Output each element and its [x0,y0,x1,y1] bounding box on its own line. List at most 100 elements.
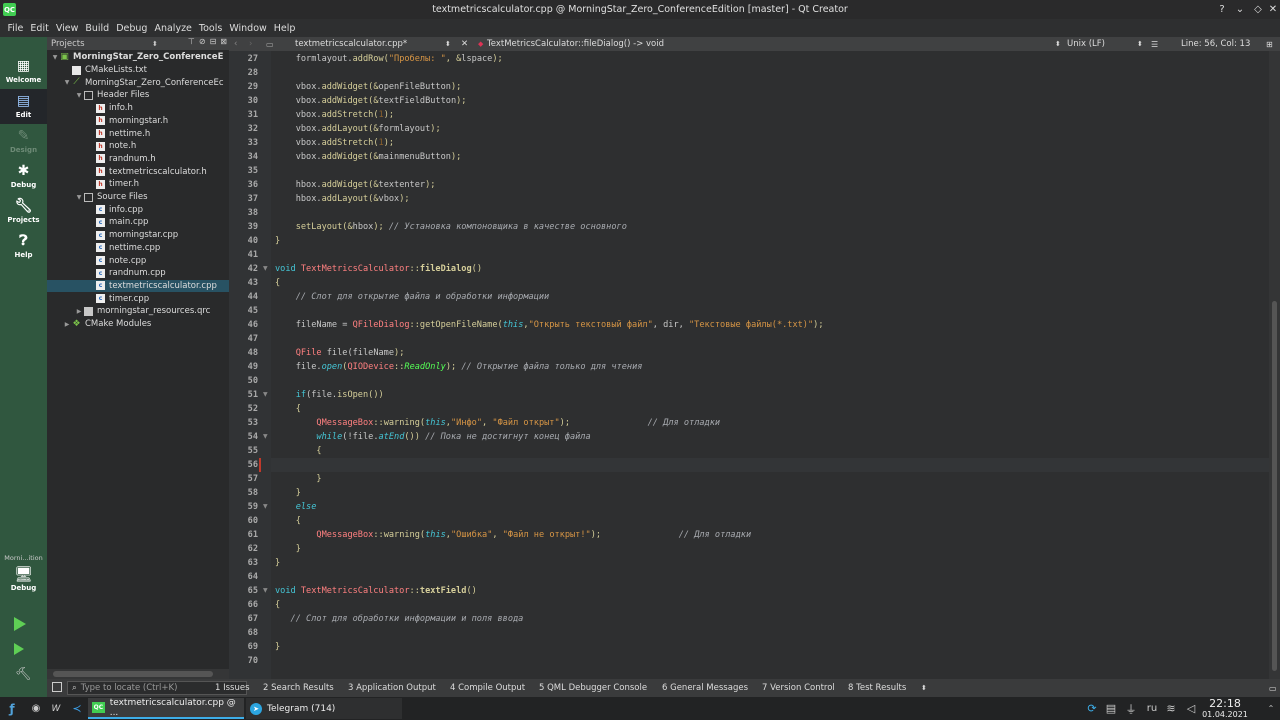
tree-item[interactable]: ▼ Header Files [47,89,229,102]
output-tab-application-output[interactable]: 3 Application Output [348,679,436,697]
menu-file[interactable]: File [4,23,27,34]
usb-icon[interactable]: ⏚ [1122,699,1140,718]
mode-edit[interactable]: ▤ Edit [0,89,47,124]
editor-vscrollbar[interactable] [1269,51,1280,679]
updates-icon[interactable]: ⟳ [1083,699,1101,718]
toggle-output-icon[interactable]: ▭ [1269,679,1277,697]
projects-view-select[interactable]: Projects [51,39,85,49]
scroll-thumb[interactable] [1272,301,1277,671]
wifi-icon[interactable]: ≋ [1162,699,1180,718]
close-panel-icon[interactable]: ⊠ [220,37,227,46]
output-tab-test-results[interactable]: 8 Test Results [848,679,906,697]
help-icon[interactable]: ? [1213,0,1231,19]
file-tab[interactable]: textmetricscalculator.cpp* [295,37,407,51]
task-telegram[interactable]: ➤ Telegram (714) [246,698,402,719]
expand-arrow-icon[interactable]: ▶ [62,321,72,328]
minimize-icon[interactable]: ⌄ [1231,0,1249,19]
keyboard-layout[interactable]: ru [1143,699,1161,718]
output-tab-version-control[interactable]: 7 Version Control [762,679,835,697]
cursor-position[interactable]: Line: 56, Col: 13 [1181,37,1250,51]
kit-selector[interactable]: Morni...ition 🖥︎ Debug [0,554,47,604]
filter-icon[interactable]: ⊤ [188,37,195,46]
output-tab-issues[interactable]: 1 Issues [215,679,250,697]
project-tree-hscrollbar[interactable] [47,669,229,679]
expand-arrow-icon[interactable]: ▼ [74,194,84,201]
menu-help[interactable]: Help [270,23,299,34]
output-tab-search-results[interactable]: 2 Search Results [263,679,334,697]
output-tab-compile-output[interactable]: 4 Compile Output [450,679,525,697]
menu-edit[interactable]: Edit [27,23,52,34]
output-tab-general-messages[interactable]: 6 General Messages [662,679,748,697]
app-icon[interactable]: W [47,699,65,718]
link-icon[interactable]: ⊘ [199,37,206,46]
tree-item[interactable]: ▶ morningstar_resources.qrc [47,305,229,318]
tree-item[interactable]: h morningstar.h [47,115,229,128]
tree-item[interactable]: h info.h [47,102,229,115]
close-icon[interactable]: ✕ [1264,0,1280,19]
tree-item[interactable]: c randnum.cpp [47,267,229,280]
fold-arrow-icon[interactable]: ▼ [263,430,268,444]
menu-analyze[interactable]: Analyze [151,23,195,34]
symbol-selector[interactable]: TextMetricsCalculator::fileDialog() -> v… [487,37,664,51]
menu-tools[interactable]: Tools [195,23,225,34]
vscode-icon[interactable]: ≺ [68,699,86,718]
tray-expand-icon[interactable]: ⌃ [1262,699,1280,718]
fedora-icon[interactable]: ƒ [3,699,21,718]
symbol-select-arrow-icon[interactable]: ⬍ [1055,37,1061,51]
tree-item[interactable]: h textmetricscalculator.h [47,165,229,178]
fold-arrow-icon[interactable]: ▼ [263,584,268,598]
tree-item[interactable]: ▶ ❖ CMake Modules [47,318,229,331]
menu-debug[interactable]: Debug [113,23,151,34]
tree-item[interactable]: h timer.h [47,178,229,191]
sidebar-toggle-icon[interactable] [52,682,62,692]
build-icon[interactable]: 🔨︎ [15,667,32,682]
forward-icon[interactable]: › [249,37,252,51]
back-icon[interactable]: ‹ [234,37,237,51]
debug-run-icon[interactable] [14,643,24,655]
expand-arrow-icon[interactable]: ▼ [62,79,72,86]
file-select-arrow-icon[interactable]: ⬍ [445,37,451,51]
close-file-icon[interactable]: ✕ [461,37,468,51]
run-icon[interactable] [14,617,26,631]
tree-item[interactable]: c info.cpp [47,203,229,216]
fold-arrow-icon[interactable]: ▼ [263,388,268,402]
mode-projects[interactable]: 🔧︎ Projects [0,194,47,229]
tree-item[interactable]: ▼ Source Files [47,191,229,204]
task-qt-creator[interactable]: QC textmetricscalculator.cpp @ ... [88,698,244,719]
list-icon[interactable]: ☰ [1151,37,1158,51]
line-ending-arrow-icon[interactable]: ⬍ [1137,37,1143,51]
expand-arrow-icon[interactable]: ▶ [74,308,84,315]
clock[interactable]: 22:18 01.04.2021 [1197,698,1253,720]
menu-window[interactable]: Window [226,23,270,34]
mode-welcome[interactable]: ▦ Welcome [0,54,47,89]
tree-item[interactable]: ▼ ⟋ MorningStar_Zero_ConferenceEc [47,76,229,89]
tree-item[interactable]: c nettime.cpp [47,242,229,255]
discord-icon[interactable]: ◉ [27,699,45,718]
mode-debug[interactable]: ✱ Debug [0,159,47,194]
line-ending-selector[interactable]: Unix (LF) [1067,37,1105,51]
more-tabs-arrow-icon[interactable]: ⬍ [921,679,927,697]
tree-item[interactable]: c main.cpp [47,216,229,229]
menu-view[interactable]: View [52,23,82,34]
tree-item[interactable]: h nettime.h [47,127,229,140]
tree-item[interactable]: c timer.cpp [47,292,229,305]
mode-help[interactable]: ❓︎ Help [0,229,47,264]
code-editor[interactable]: formlayout.addRow("Пробелы: ", &lspace);… [271,51,1269,679]
view-select-arrow-icon[interactable]: ⬍ [152,40,158,48]
split-icon[interactable]: ⊟ [210,37,217,46]
tree-item[interactable]: h randnum.h [47,153,229,166]
expand-arrow-icon[interactable]: ▼ [74,92,84,99]
lock-icon[interactable]: ▭ [266,37,274,51]
tree-item[interactable]: c textmetricscalculator.cpp [47,279,229,293]
output-tab-qml-debugger[interactable]: 5 QML Debugger Console [539,679,647,697]
clipboard-icon[interactable]: ▤ [1102,699,1120,718]
scroll-thumb[interactable] [53,671,213,677]
tree-item[interactable]: ▼ ▣ MorningStar_Zero_ConferenceE [47,51,229,64]
tree-item[interactable]: CMakeLists.txt [47,64,229,77]
tree-item[interactable]: h note.h [47,140,229,153]
fold-arrow-icon[interactable]: ▼ [263,500,268,514]
menu-build[interactable]: Build [82,23,113,34]
fold-arrow-icon[interactable]: ▼ [263,262,268,276]
tree-item[interactable]: c morningstar.cpp [47,229,229,242]
split-editor-icon[interactable]: ⊞ [1266,37,1273,51]
